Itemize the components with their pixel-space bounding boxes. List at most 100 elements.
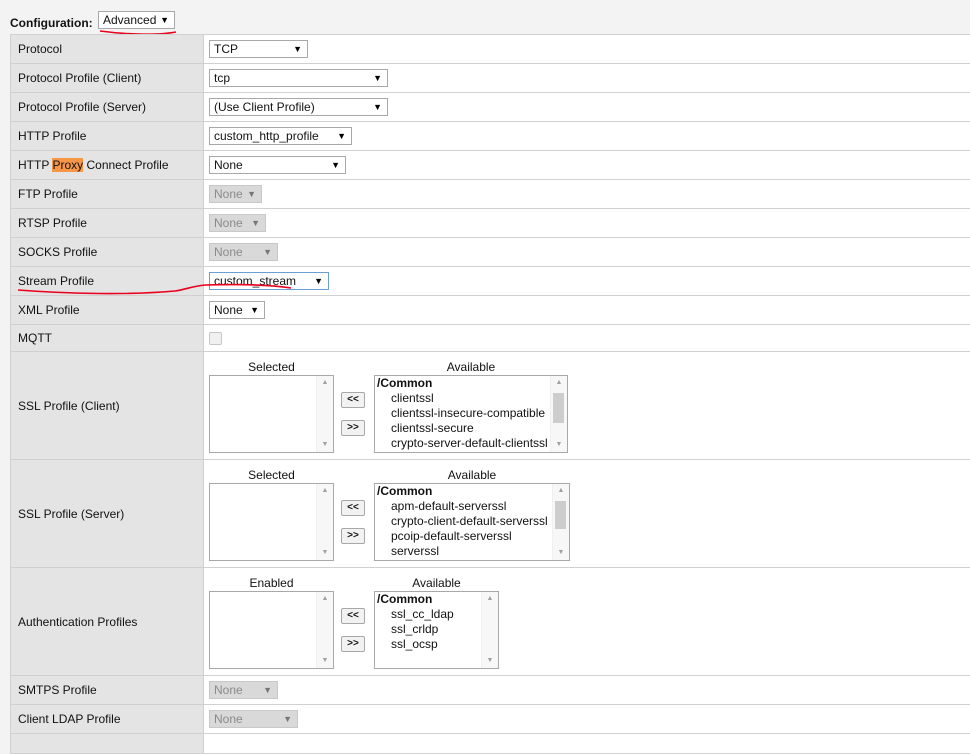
move-left-button[interactable]: << — [341, 500, 365, 516]
auth-available-list[interactable]: /Common ssl_cc_ldap ssl_crldp ssl_ocsp ▲… — [374, 591, 499, 669]
select-value: None — [214, 712, 243, 726]
scroll-up-icon[interactable]: ▲ — [551, 376, 567, 390]
auth-profiles-dual-list: Enabled ▲▼ << >> Available /Common ssl_c… — [204, 570, 970, 674]
xml-profile-select[interactable]: None ▼ — [209, 301, 265, 319]
scroll-down-icon[interactable]: ▼ — [482, 654, 498, 668]
chevron-down-icon: ▼ — [373, 99, 382, 115]
row-label: SSL Profile (Server) — [11, 460, 204, 568]
scroll-up-icon[interactable]: ▲ — [317, 592, 333, 606]
row-label: MQTT — [11, 325, 204, 352]
scroll-up-icon[interactable]: ▲ — [553, 484, 569, 498]
list-item[interactable]: ssl_cc_ldap — [375, 607, 481, 622]
row-ftp-profile: FTP Profile None▼ — [11, 180, 970, 209]
ssl-server-dual-list: Selected ▲▼ << >> Available /Common apm-… — [204, 462, 970, 566]
row-authentication-profiles: Authentication Profiles Enabled ▲▼ << >>… — [11, 568, 970, 676]
move-right-button[interactable]: >> — [341, 420, 365, 436]
row-label: XML Profile — [11, 296, 204, 325]
row-xml-profile: XML Profile None ▼ — [11, 296, 970, 325]
group-label: /Common — [375, 592, 481, 607]
scroll-thumb[interactable] — [555, 501, 566, 529]
select-value: None — [214, 216, 243, 230]
move-right-button[interactable]: >> — [341, 636, 365, 652]
chevron-down-icon: ▼ — [247, 186, 256, 202]
row-rtsp-profile: RTSP Profile None ▼ — [11, 209, 970, 238]
stream-profile-select[interactable]: custom_stream▼ — [209, 272, 329, 290]
http-proxy-connect-profile-select[interactable]: None▼ — [209, 156, 346, 174]
scroll-up-icon[interactable]: ▲ — [317, 484, 333, 498]
list-item[interactable]: ssl_crldp — [375, 622, 481, 637]
auth-enabled-list[interactable]: ▲▼ — [209, 591, 334, 669]
scrollbar[interactable]: ▲▼ — [481, 592, 498, 668]
list-item[interactable]: clientssl-secure — [375, 421, 550, 436]
chevron-down-icon: ▼ — [314, 273, 323, 289]
select-value: None — [214, 303, 243, 317]
chevron-down-icon: ▼ — [283, 711, 292, 727]
row-smtps-profile: SMTPS Profile None▼ — [11, 676, 970, 705]
ftp-profile-select: None ▼ — [209, 185, 262, 203]
scroll-down-icon[interactable]: ▼ — [553, 546, 569, 560]
socks-profile-select: None ▼ — [209, 243, 278, 261]
protocol-select[interactable]: TCP ▼ — [209, 40, 308, 58]
http-profile-select[interactable]: custom_http_profile▼ — [209, 127, 352, 145]
scroll-down-icon[interactable]: ▼ — [317, 654, 333, 668]
list-item[interactable]: pcoip-default-serverssl — [375, 529, 552, 544]
move-right-button[interactable]: >> — [341, 528, 365, 544]
ssl-server-available-list[interactable]: /Common apm-default-serverssl crypto-cli… — [374, 483, 570, 561]
chevron-down-icon: ▼ — [250, 302, 259, 318]
row-http-profile: HTTP Profile custom_http_profile▼ — [11, 122, 970, 151]
list-item[interactable]: clientssl-insecure-compatible — [375, 406, 550, 421]
select-value: None — [214, 683, 243, 697]
label-text: Connect Profile — [83, 158, 168, 172]
row-label: Protocol Profile (Server) — [11, 93, 204, 122]
scroll-up-icon[interactable]: ▲ — [482, 592, 498, 606]
chevron-down-icon: ▼ — [337, 128, 346, 144]
row-label: RTSP Profile — [11, 209, 204, 238]
scroll-up-icon[interactable]: ▲ — [317, 376, 333, 390]
ssl-client-selected-list[interactable]: ▲▼ — [209, 375, 334, 453]
ssl-server-selected-list[interactable]: ▲▼ — [209, 483, 334, 561]
chevron-down-icon: ▼ — [251, 215, 260, 231]
row-http-proxy-connect-profile: HTTP Proxy Connect Profile None▼ — [11, 151, 970, 180]
scroll-down-icon[interactable]: ▼ — [317, 546, 333, 560]
list-item[interactable]: crypto-client-default-serverssl — [375, 514, 552, 529]
ssl-client-available-list[interactable]: /Common clientssl clientssl-insecure-com… — [374, 375, 568, 453]
search-highlight: Proxy — [52, 158, 83, 172]
move-left-button[interactable]: << — [341, 608, 365, 624]
scroll-down-icon[interactable]: ▼ — [551, 438, 567, 452]
scrollbar[interactable]: ▲▼ — [316, 592, 333, 668]
select-value: None — [214, 187, 243, 201]
label-text: HTTP — [18, 158, 52, 172]
scrollbar[interactable]: ▲▼ — [316, 484, 333, 560]
scroll-down-icon[interactable]: ▼ — [317, 438, 333, 452]
row-ssl-profile-server: SSL Profile (Server) Selected ▲▼ << >> A… — [11, 460, 970, 568]
scrollbar[interactable]: ▲▼ — [316, 376, 333, 452]
row-protocol-profile-client: Protocol Profile (Client) tcp▼ — [11, 64, 970, 93]
row-label: SMTPS Profile — [11, 676, 204, 705]
move-left-button[interactable]: << — [341, 392, 365, 408]
row-value-empty — [204, 734, 970, 754]
select-value: TCP — [214, 42, 238, 56]
chevron-down-icon: ▼ — [263, 244, 272, 260]
select-value: tcp — [214, 71, 230, 85]
protocol-profile-server-select[interactable]: (Use Client Profile)▼ — [209, 98, 388, 116]
list-item[interactable]: serverssl — [375, 544, 552, 559]
list-item[interactable]: apm-default-serverssl — [375, 499, 552, 514]
protocol-profile-client-select[interactable]: tcp▼ — [209, 69, 388, 87]
scrollbar[interactable]: ▲▼ — [552, 484, 569, 560]
configuration-select[interactable]: Advanced ▼ — [98, 11, 175, 29]
select-value: None — [214, 245, 243, 259]
list-item[interactable]: ssl_ocsp — [375, 637, 481, 652]
row-partial — [11, 734, 970, 754]
chevron-down-icon: ▼ — [293, 41, 302, 57]
rtsp-profile-select: None ▼ — [209, 214, 266, 232]
configuration-bar: Configuration: Advanced ▼ — [0, 0, 970, 35]
group-label: /Common — [375, 376, 550, 391]
scroll-thumb[interactable] — [553, 393, 564, 423]
enabled-header: Enabled — [209, 576, 334, 590]
selected-header: Selected — [209, 468, 334, 482]
list-item[interactable]: crypto-server-default-clientssl — [375, 436, 550, 451]
scrollbar[interactable]: ▲▼ — [550, 376, 567, 452]
row-label: Authentication Profiles — [11, 568, 204, 676]
row-label-empty — [11, 734, 204, 754]
list-item[interactable]: clientssl — [375, 391, 550, 406]
